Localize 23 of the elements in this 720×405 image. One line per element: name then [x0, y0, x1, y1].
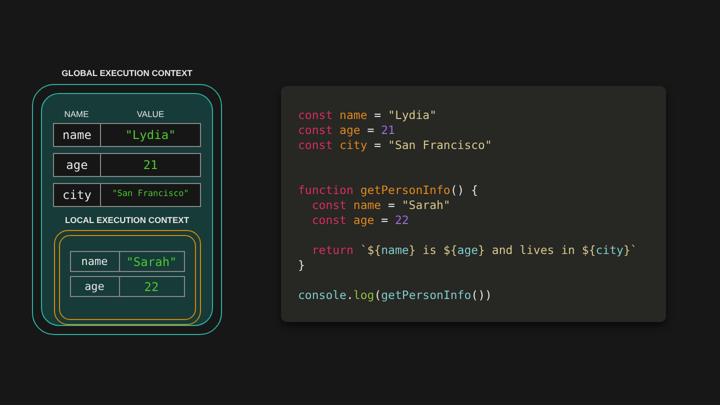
variable-value-cell-text: "San Francisco" — [111, 188, 190, 202]
variable-name-cell: name — [70, 252, 120, 272]
column-header: NAME — [63, 108, 90, 121]
variable-name-cell: age — [70, 277, 120, 296]
global-context-title: GLOBAL EXECUTION CONTEXT — [62, 67, 192, 80]
local-context-title: LOCAL EXECUTION CONTEXT — [64, 214, 190, 226]
code-line: const age = 22 — [310, 213, 410, 228]
variable-value-cell-text: 22 — [143, 278, 160, 296]
code-line: return `${name} is ${age} and lives in ${city}` — [310, 243, 638, 258]
variable-name-cell: age — [54, 154, 101, 176]
code-line: console.log(getPersonInfo()) — [298, 288, 493, 303]
variable-name-cell: city — [54, 184, 101, 206]
variable-value-cell-text: "Lydia" — [124, 126, 177, 144]
variable-name-cell: name — [54, 124, 101, 146]
code-line: const name = "Lydia" — [298, 108, 438, 123]
code-line: function getPersonInfo() { — [298, 183, 480, 198]
code-line: const city = "San Francisco" — [298, 138, 493, 153]
code-line: const name = "Sarah" — [310, 198, 452, 213]
variable-value-cell-text: "Sarah" — [125, 254, 178, 271]
code-line: const age = 21 — [298, 123, 396, 138]
column-header: VALUE — [136, 108, 166, 121]
variable-value-cell-text: 21 — [142, 156, 159, 174]
code-line: } — [298, 258, 306, 273]
